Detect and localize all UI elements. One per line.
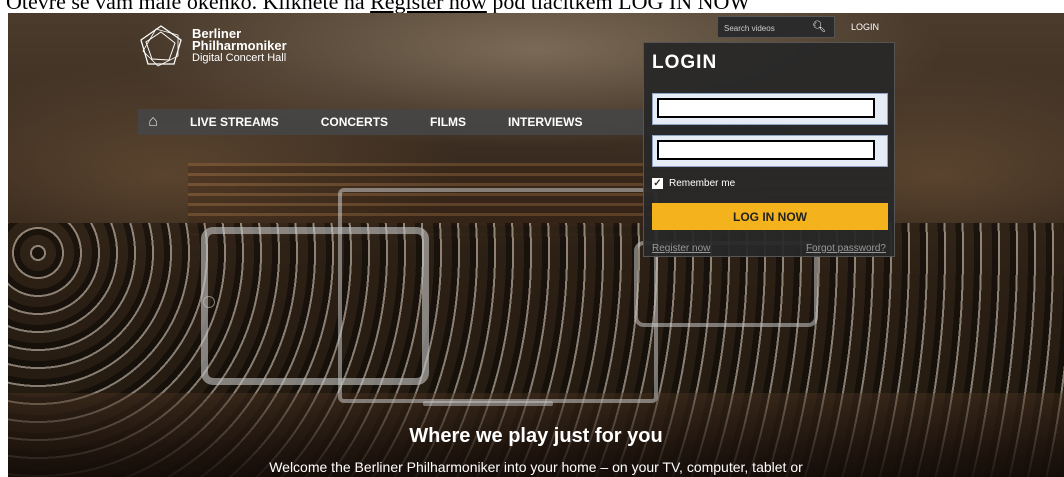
search-box: 🔍︎: [717, 16, 835, 38]
pentagon-logo-icon: [140, 25, 182, 67]
log-in-now-button[interactable]: LOG IN NOW: [652, 203, 888, 230]
monitor-stand: [423, 401, 553, 406]
username-field[interactable]: [657, 98, 875, 118]
register-now-link[interactable]: Register now: [652, 243, 710, 254]
hero-headline: Where we play just for you: [409, 425, 663, 447]
logo-line-3: Digital Concert Hall: [192, 52, 287, 64]
doc-text-before: Otevře se vám malé okénko. Klikněte na: [6, 0, 371, 13]
site-logo[interactable]: Berliner Philharmoniker Digital Concert …: [138, 23, 287, 69]
nav-interviews[interactable]: INTERVIEWS: [486, 115, 582, 129]
login-title: LOGIN: [652, 52, 718, 73]
tablet-frame: [201, 227, 429, 385]
remember-me-checkbox[interactable]: ✓: [652, 178, 663, 189]
remember-me-label: Remember me: [669, 178, 736, 189]
document-text-strip: Otevře se vám malé okénko. Klikněte na R…: [0, 0, 1064, 13]
doc-text-after: pod tlačítkem LOG IN NOW: [486, 0, 751, 13]
forgot-password-link[interactable]: Forgot password?: [806, 243, 886, 254]
password-field-wrap: [652, 135, 888, 167]
hero-banner: Berliner Philharmoniker Digital Concert …: [8, 13, 1064, 477]
tablet-home-button: [203, 296, 215, 308]
nav-concerts[interactable]: CONCERTS: [299, 115, 388, 129]
document-text: Otevře se vám malé okénko. Klikněte na R…: [6, 0, 750, 13]
nav-live-streams[interactable]: LIVE STREAMS: [168, 115, 279, 129]
home-icon[interactable]: ⌂: [138, 113, 168, 131]
header-login-button[interactable]: LOGIN: [840, 16, 890, 38]
logo-text: Berliner Philharmoniker Digital Concert …: [192, 27, 287, 64]
search-input[interactable]: [722, 19, 814, 37]
doc-register-link-text: Register now: [370, 0, 487, 13]
password-field[interactable]: [657, 140, 875, 160]
logo-line-2: Philharmoniker: [192, 38, 287, 53]
search-icon[interactable]: 🔍︎: [812, 20, 826, 33]
main-nav: ⌂ LIVE STREAMS CONCERTS FILMS INTERVIEWS: [138, 109, 652, 135]
remember-me[interactable]: ✓ Remember me: [652, 178, 735, 189]
login-dropdown: LOGIN ✓ Remember me LOG IN NOW Register …: [643, 42, 895, 257]
hero-subline: Welcome the Berliner Philharmoniker into…: [269, 459, 803, 475]
nav-films[interactable]: FILMS: [408, 115, 466, 129]
username-field-wrap: [652, 93, 888, 125]
